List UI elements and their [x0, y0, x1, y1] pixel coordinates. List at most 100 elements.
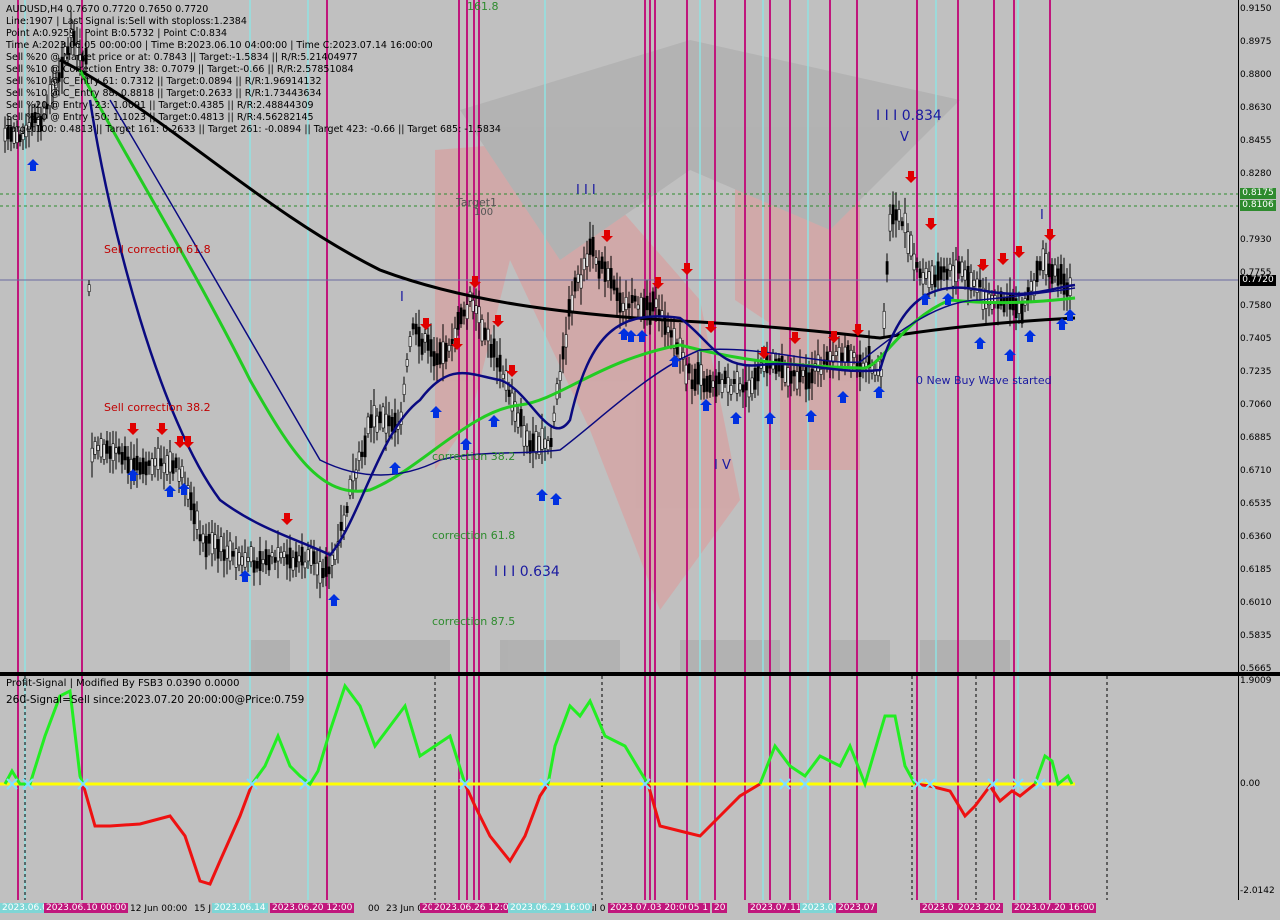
- candle-body: [273, 557, 277, 563]
- buy-arrow-icon: [550, 493, 562, 505]
- candle-body: [708, 374, 712, 393]
- candle-body: [927, 271, 931, 288]
- candle-body: [231, 551, 235, 557]
- candle-body: [282, 551, 286, 558]
- candle-body: [510, 392, 514, 412]
- candle-body: [735, 371, 739, 394]
- label-sell-corr-382: Sell correction 38.2: [104, 401, 211, 414]
- candle-body: [429, 339, 433, 357]
- candle-body: [966, 265, 970, 289]
- candle-body: [738, 383, 742, 391]
- candle-body: [744, 382, 748, 391]
- candle-body: [909, 234, 913, 257]
- candle-body: [606, 268, 610, 281]
- candle-body: [228, 540, 232, 562]
- candle-body: [471, 300, 475, 312]
- candle-body: [462, 309, 466, 317]
- candle-body: [888, 213, 892, 232]
- candle-body: [180, 466, 184, 478]
- label-wave-i: I: [1040, 208, 1044, 223]
- candle-body: [843, 346, 847, 363]
- candle-body: [630, 295, 634, 304]
- price-scale-label: 0.5665: [1240, 664, 1272, 674]
- price-badge: 0.7720: [1240, 275, 1276, 286]
- price-scale-label: 0.8800: [1240, 70, 1272, 80]
- sell-arrow-icon: [905, 171, 917, 183]
- candle-body: [915, 262, 919, 268]
- candle-body: [1044, 253, 1048, 276]
- candle-body: [882, 310, 886, 329]
- candle-body: [651, 291, 655, 312]
- price-scale-label: 0.6010: [1240, 598, 1272, 608]
- time-badge: 2023.07.03 20:00: [608, 903, 693, 913]
- sell-arrow-icon: [506, 365, 518, 377]
- signal-info-line: Sell %20 @ Entry -23: 1.0091 || Target:0…: [6, 100, 314, 111]
- candle-body: [786, 367, 790, 387]
- price-chart-panel[interactable]: AUDUSD,H4 0.7670 0.7720 0.7650 0.7720 Li…: [0, 0, 1238, 672]
- candle-body: [378, 411, 382, 424]
- osc-green-3: [546, 697, 650, 785]
- candle-body: [570, 294, 574, 312]
- candle-body: [318, 561, 322, 584]
- candle-body: [489, 344, 493, 358]
- oscillator-svg: [0, 676, 1108, 900]
- candle-body: [99, 438, 103, 458]
- label-wave-i-left: I: [400, 290, 404, 305]
- osc-dashed-lines: [24, 676, 1108, 900]
- candle-body: [165, 455, 169, 475]
- candle-body: [252, 560, 256, 573]
- candle-body: [891, 204, 895, 225]
- candle-body: [270, 552, 274, 558]
- candle-body: [219, 536, 223, 553]
- label-wave-iii-834: I I I 0.834: [876, 108, 942, 124]
- price-scale-label: 0.8280: [1240, 169, 1272, 179]
- candle-body: [789, 370, 793, 384]
- candle-body: [1041, 248, 1045, 271]
- candle-body: [825, 351, 829, 367]
- candle-body: [852, 352, 856, 358]
- candle-body: [951, 265, 955, 287]
- time-badge: 2023 202: [956, 903, 1003, 913]
- candle-body: [792, 370, 796, 377]
- candle-body: [1038, 261, 1042, 271]
- candle-body: [408, 336, 412, 347]
- candle-body: [531, 433, 535, 452]
- time-label: 12 Jun 00:00: [130, 904, 188, 914]
- candle-body: [600, 256, 604, 269]
- candle-body: [390, 416, 394, 432]
- candle-body: [201, 533, 205, 544]
- candle-body: [801, 369, 805, 377]
- candle-body: [111, 443, 115, 462]
- candle-body: [858, 354, 862, 377]
- candle-body: [327, 566, 331, 575]
- candle-body: [120, 452, 124, 465]
- candle-body: [564, 334, 568, 348]
- candle-body: [261, 559, 265, 565]
- candle-body: [477, 306, 481, 323]
- candle-body: [795, 371, 799, 390]
- oscillator-panel[interactable]: Profit-Signal | Modified By FSB3 0.0390 …: [0, 676, 1238, 900]
- candle-body: [690, 379, 694, 390]
- osc-scale-bottom: -2.0142: [1240, 886, 1275, 896]
- sell-arrow-icon: [925, 218, 937, 230]
- price-scale-label: 0.7060: [1240, 400, 1272, 410]
- label-new-buy-wave: 0 New Buy Wave started: [916, 374, 1052, 387]
- candle-body: [624, 297, 628, 310]
- candle-body: [942, 266, 946, 273]
- candle-body: [699, 364, 703, 386]
- time-badge: 2023.06.20 12:00: [270, 903, 355, 913]
- signal-info-line: Time A:2023.06.05 00:00:00 | Time B:2023…: [6, 40, 433, 51]
- candle-body: [132, 457, 136, 472]
- candle-body: [876, 360, 880, 376]
- candle-body: [747, 379, 751, 398]
- buy-arrow-icon: [730, 412, 742, 424]
- candle-body: [96, 445, 100, 451]
- candle-body: [972, 279, 976, 287]
- candle-body: [621, 302, 625, 312]
- candle-body: [459, 307, 463, 325]
- candle-body: [636, 304, 640, 310]
- candle-body: [369, 414, 373, 429]
- candle-body: [639, 297, 643, 318]
- price-scale-label: 0.8630: [1240, 103, 1272, 113]
- candle-body: [645, 295, 649, 311]
